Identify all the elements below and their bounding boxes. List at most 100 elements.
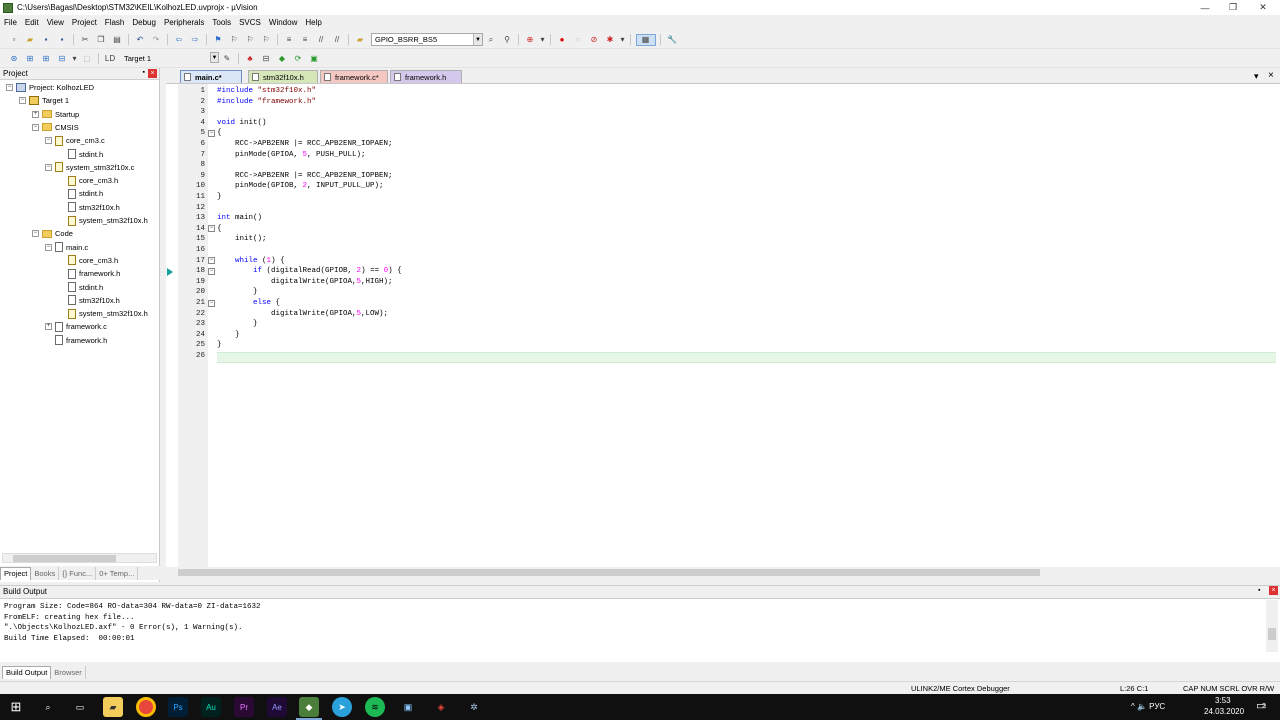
code-line[interactable]: } [217, 319, 258, 330]
code-line[interactable]: { [217, 224, 222, 235]
menu-tools[interactable]: Tools [208, 18, 235, 27]
save-icon[interactable]: ▪ [40, 34, 53, 46]
fold-toggle-icon[interactable]: − [208, 129, 215, 137]
debug-session-icon[interactable]: ⊕ [524, 34, 537, 46]
build-icon[interactable]: ⊞ [24, 53, 37, 65]
spotify-icon[interactable]: ≋ [365, 697, 385, 717]
editor-horizontal-scrollbar[interactable] [166, 567, 1280, 578]
remote-desktop-icon[interactable]: ▣ [398, 697, 418, 717]
code-line[interactable]: int main() [217, 213, 262, 224]
tree-item[interactable]: − CMSIS [32, 121, 79, 134]
chrome-icon[interactable] [136, 697, 156, 717]
code-line[interactable]: } [217, 287, 258, 298]
bookmark-icon[interactable]: ⚑ [212, 34, 225, 46]
telegram-icon[interactable]: ➤ [332, 697, 352, 717]
close-panel-button[interactable]: × [1269, 586, 1278, 595]
code-line[interactable]: { [217, 128, 222, 139]
collapse-icon[interactable]: − [19, 97, 26, 105]
menu-view[interactable]: View [43, 18, 68, 27]
audition-icon[interactable]: Au [201, 697, 221, 717]
expand-icon[interactable]: + [45, 323, 52, 331]
build-output-vertical-scrollbar[interactable] [1266, 600, 1278, 652]
disable-breakpoints-icon[interactable]: ⊘ [588, 34, 601, 46]
tree-item[interactable]: system_stm32f10x.h [58, 214, 148, 227]
magnet-app-icon[interactable]: ◈ [431, 697, 451, 717]
collapse-icon[interactable]: − [45, 243, 52, 251]
premiere-icon[interactable]: Pr [234, 697, 254, 717]
tab-build-output[interactable]: Build Output [2, 665, 52, 679]
save-all-icon[interactable]: ▪ [56, 34, 69, 46]
tree-item[interactable]: + framework.c [45, 320, 107, 333]
system-tray[interactable]: ^ 🔈 РУС [1131, 702, 1165, 711]
maximize-button[interactable]: ❐ [1218, 0, 1248, 15]
find-in-files-icon[interactable]: ▰ [354, 34, 367, 46]
incremental-find-icon[interactable]: ⚲ [501, 34, 514, 46]
tab-templates[interactable]: 0+ Temp... [96, 566, 139, 580]
redo-icon[interactable]: ↷ [150, 34, 163, 46]
enable-breakpoint-icon[interactable]: ○ [572, 34, 585, 46]
collapse-icon[interactable]: − [32, 230, 39, 238]
code-line[interactable]: if (digitalRead(GPIOB, 2) == 0) { [217, 266, 402, 277]
translate-icon[interactable]: ⊛ [8, 53, 21, 65]
menu-help[interactable]: Help [301, 18, 325, 27]
code-line[interactable]: init(); [217, 234, 267, 245]
code-line[interactable]: else { [217, 298, 280, 309]
menu-edit[interactable]: Edit [21, 18, 43, 27]
app-icon[interactable]: ✲ [464, 697, 484, 717]
tree-item[interactable]: stdint.h [58, 148, 103, 161]
fold-toggle-icon[interactable]: − [208, 225, 215, 233]
close-window-button[interactable]: ✕ [1248, 0, 1278, 15]
code-line[interactable]: #include "framework.h" [217, 97, 316, 108]
tree-item[interactable]: − Project: KolhozLED [6, 81, 94, 94]
expand-icon[interactable]: + [32, 110, 39, 118]
tab-functions[interactable]: {} Func... [59, 566, 97, 580]
navigate-forward-icon[interactable]: ⇨ [189, 34, 202, 46]
code-line[interactable]: } [217, 330, 240, 341]
indent-icon[interactable]: ≡ [283, 34, 296, 46]
tab-project[interactable]: Project [0, 566, 32, 580]
tree-item[interactable]: + Startup [32, 108, 79, 121]
code-line[interactable]: #include "stm32f10x.h" [217, 86, 316, 97]
tree-item[interactable]: − system_stm32f10x.c [45, 161, 134, 174]
after-effects-icon[interactable]: Ae [267, 697, 287, 717]
collapse-icon[interactable]: − [32, 123, 39, 131]
tree-item[interactable]: framework.h [45, 334, 107, 347]
menu-flash[interactable]: Flash [101, 18, 129, 27]
tree-item[interactable]: − main.c [45, 241, 88, 254]
code-line[interactable]: digitalWrite(GPIOA,5,HIGH); [217, 277, 393, 288]
editor-tab[interactable]: main.c* [180, 70, 242, 83]
tree-item[interactable]: stdint.h [58, 187, 103, 200]
paste-icon[interactable]: ▤ [111, 34, 124, 46]
menu-project[interactable]: Project [68, 18, 101, 27]
configure-icon[interactable]: 🔧 [666, 34, 679, 46]
tree-item[interactable]: core_cm3.h [58, 174, 118, 187]
prev-bookmark-icon[interactable]: ⚐ [228, 34, 241, 46]
close-panel-button[interactable]: × [148, 69, 157, 78]
copy-icon[interactable]: ❐ [95, 34, 108, 46]
download-icon[interactable]: LD [104, 53, 117, 65]
editor-tab[interactable]: stm32f10x.h [248, 70, 318, 83]
next-bookmark-icon[interactable]: ⚐ [244, 34, 257, 46]
search-icon[interactable]: ⌕ [38, 697, 58, 717]
tree-item[interactable]: stm32f10x.h [58, 201, 120, 214]
windows-start-icon[interactable]: ⊞ [6, 697, 26, 717]
tree-item[interactable]: − Code [32, 227, 73, 240]
code-line[interactable]: pinMode(GPIOB, 2, INPUT_PULL_UP); [217, 181, 384, 192]
code-line[interactable]: } [217, 340, 222, 351]
code-line[interactable]: RCC->APB2ENR |= RCC_APB2ENR_IOPAEN; [217, 139, 393, 150]
tree-item[interactable]: − core_cm3.c [45, 134, 105, 147]
clear-bookmarks-icon[interactable]: ⚐ [260, 34, 273, 46]
kill-breakpoints-icon[interactable]: ✱ [604, 34, 617, 46]
breakpoint-margin[interactable] [166, 84, 178, 567]
tree-item[interactable]: framework.h [58, 267, 120, 280]
unindent-icon[interactable]: ≡ [299, 34, 312, 46]
fold-toggle-icon[interactable]: − [208, 299, 215, 307]
fold-toggle-icon[interactable]: − [208, 267, 215, 275]
chevron-down-icon[interactable]: ▾ [72, 53, 78, 65]
stop-build-icon[interactable]: ▢ [81, 53, 94, 65]
window-layout-icon[interactable]: ▦ [635, 33, 656, 46]
target-combo[interactable]: Target 1 ▼ [121, 52, 219, 65]
run-time-env-icon[interactable]: ▣ [308, 53, 321, 65]
file-explorer-icon[interactable]: ▰ [103, 697, 123, 717]
chevron-down-icon[interactable]: ▾ [540, 34, 546, 46]
